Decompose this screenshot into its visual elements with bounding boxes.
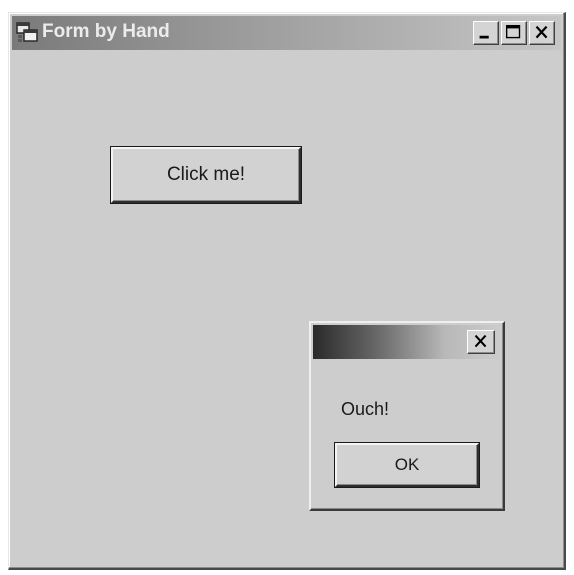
maximize-button[interactable] — [501, 21, 527, 45]
message-box-close-button[interactable] — [467, 330, 495, 354]
caption-buttons — [473, 21, 555, 45]
maximize-icon — [505, 24, 521, 39]
message-box-titlebar[interactable] — [313, 325, 501, 359]
main-window: Form by Hand Click me! Ouch! OK — [8, 12, 566, 570]
close-button[interactable] — [529, 21, 555, 45]
close-icon — [535, 25, 548, 39]
message-text: Ouch! — [341, 399, 390, 419]
close-icon — [474, 334, 487, 348]
window-titlebar[interactable]: Form by Hand — [12, 16, 561, 50]
minimize-icon — [479, 35, 489, 39]
click-me-button[interactable]: Click me! — [111, 147, 301, 203]
app-window-icon[interactable] — [16, 21, 38, 43]
minimize-button[interactable] — [473, 21, 499, 45]
window-title: Form by Hand — [42, 21, 170, 42]
message-box: Ouch! OK — [309, 321, 505, 511]
ok-button[interactable]: OK — [335, 443, 479, 487]
